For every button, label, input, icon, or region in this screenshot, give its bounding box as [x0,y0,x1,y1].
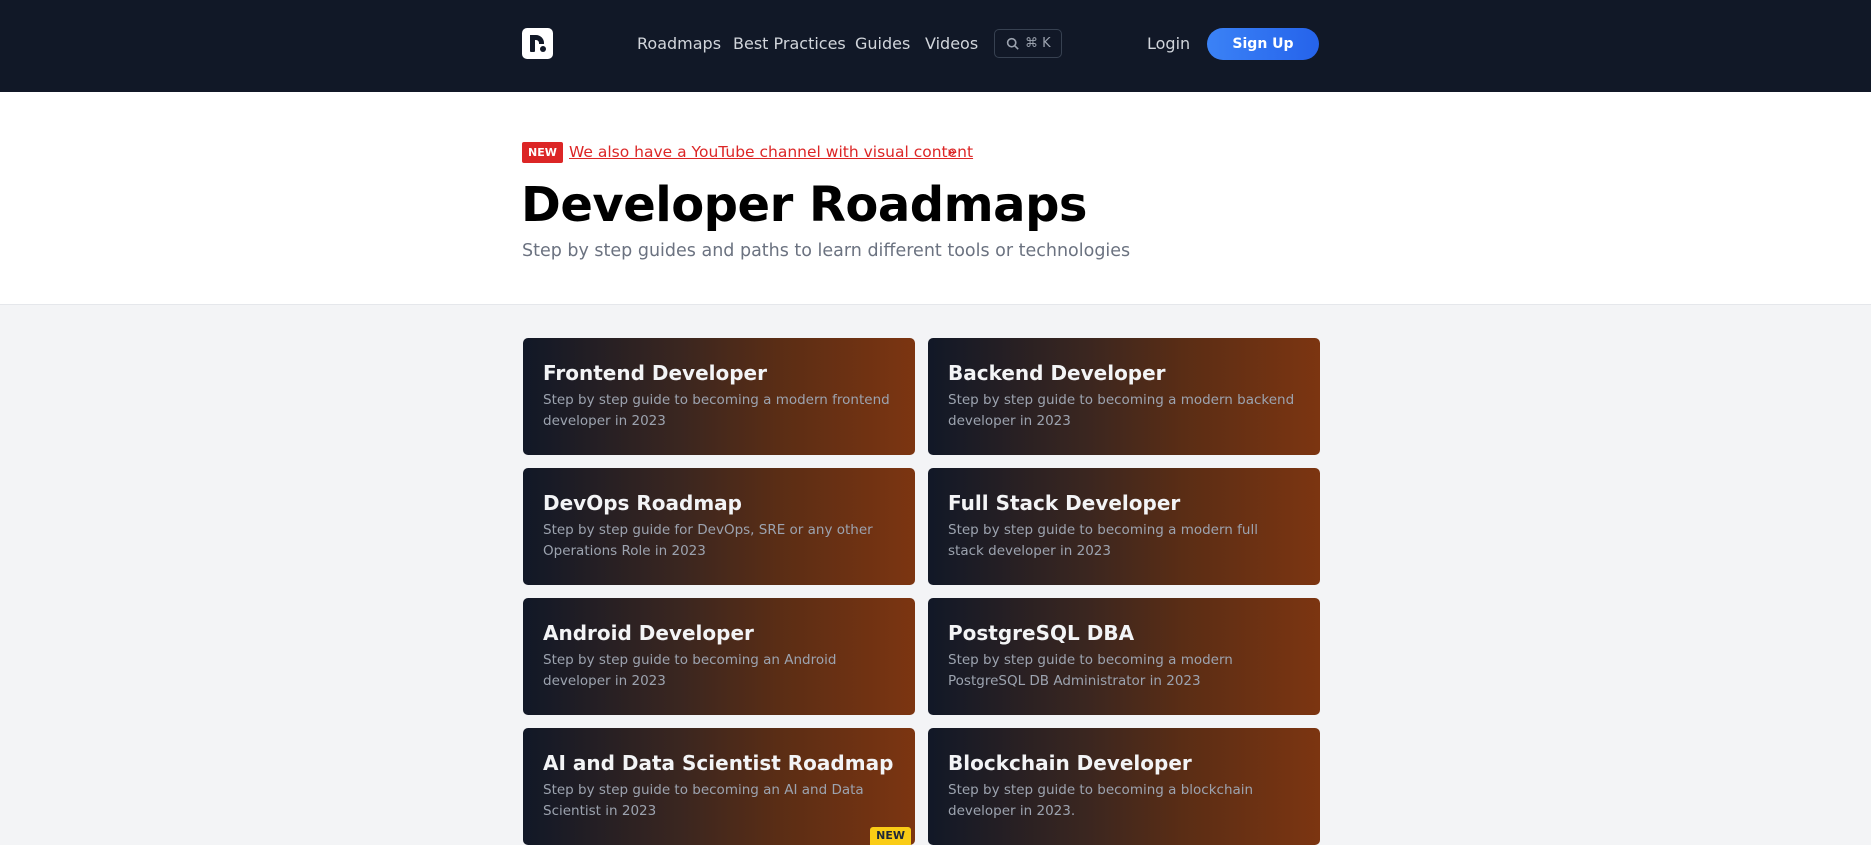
youtube-channel-link[interactable]: We also have a YouTube channel with visu… [569,141,973,163]
roadmap-card-ai-data-scientist[interactable]: AI and Data Scientist Roadmap Step by st… [523,728,915,845]
card-title: Frontend Developer [543,361,767,385]
signup-button[interactable]: Sign Up [1207,28,1319,60]
login-link[interactable]: Login [1147,33,1190,55]
new-badge: NEW [870,827,911,845]
card-description: Step by step guide to becoming a modern … [948,522,1258,559]
search-shortcut: ⌘ K [1025,36,1051,51]
roadmap-logo-icon[interactable] [522,28,553,59]
card-title: Android Developer [543,621,754,645]
card-description: Step by step guide to becoming a modern … [948,652,1233,689]
card-description: Step by step guide to becoming a blockch… [948,782,1254,819]
roadmap-card-devops[interactable]: DevOps Roadmap Step by step guide for De… [523,468,915,585]
nav-roadmaps[interactable]: Roadmaps [637,33,721,55]
card-title: Full Stack Developer [948,491,1181,515]
top-navbar: Roadmaps Best Practices Guides Videos ⌘ … [0,0,1871,92]
roadmap-card-blockchain[interactable]: Blockchain Developer Step by step guide … [928,728,1320,845]
roadmap-card-full-stack[interactable]: Full Stack Developer Step by step guide … [928,468,1320,585]
page-title: Developer Roadmaps [521,177,1088,233]
card-title: DevOps Roadmap [543,491,742,515]
roadmap-card-postgresql[interactable]: PostgreSQL DBA Step by step guide to bec… [928,598,1320,715]
nav-best-practices[interactable]: Best Practices [733,33,846,55]
card-title: Backend Developer [948,361,1166,385]
card-title: AI and Data Scientist Roadmap [543,751,894,775]
nav-videos[interactable]: Videos [925,33,978,55]
roadmap-card-frontend[interactable]: Frontend Developer Step by step guide to… [523,338,915,455]
card-title: PostgreSQL DBA [948,621,1135,645]
card-description: Step by step guide to becoming a modern … [948,392,1295,429]
card-description: Step by step guide to becoming an Androi… [543,652,837,689]
new-badge: NEW [522,142,563,163]
card-description: Step by step guide to becoming an AI and… [543,782,864,819]
card-title: Blockchain Developer [948,751,1192,775]
roadmap-card-android[interactable]: Android Developer Step by step guide to … [523,598,915,715]
link-arrow: » [947,143,957,161]
roadmap-card-backend[interactable]: Backend Developer Step by step guide to … [928,338,1320,455]
search-button[interactable]: ⌘ K [994,29,1062,58]
nav-guides[interactable]: Guides [855,33,910,55]
card-description: Step by step guide for DevOps, SRE or an… [543,522,873,559]
page-subtitle: Step by step guides and paths to learn d… [522,241,1131,261]
search-icon [1006,37,1019,50]
card-description: Step by step guide to becoming a modern … [543,392,890,429]
